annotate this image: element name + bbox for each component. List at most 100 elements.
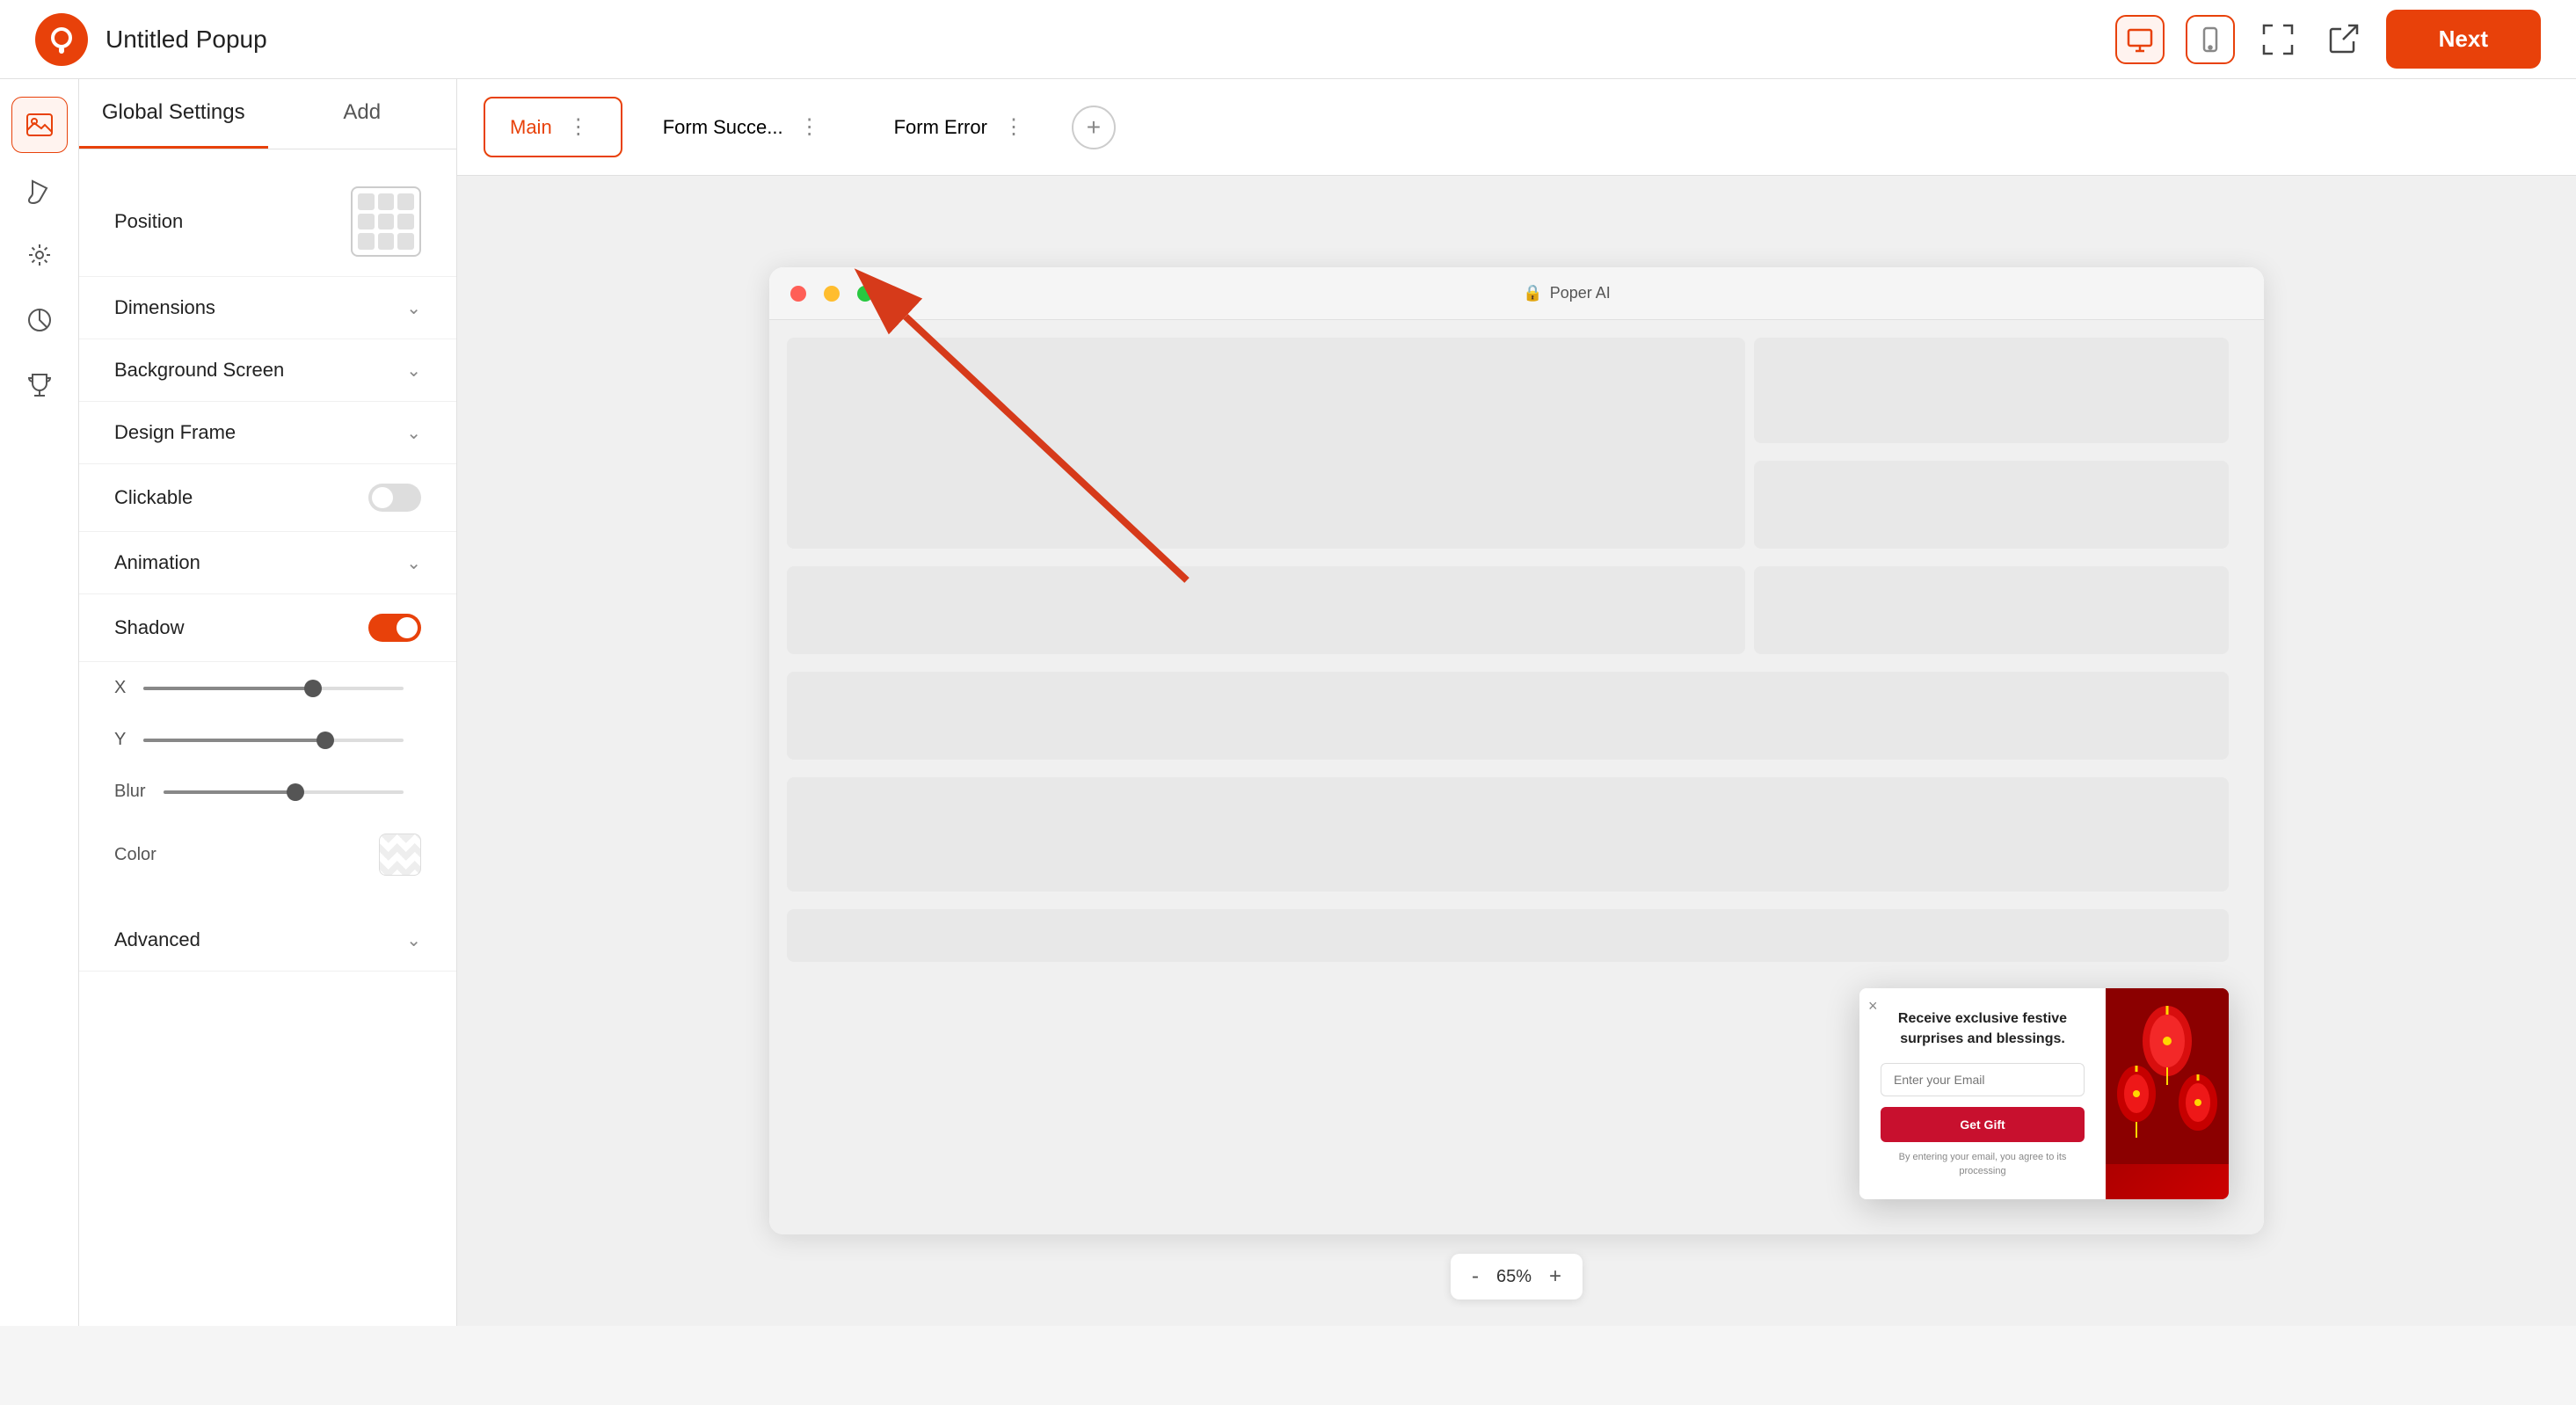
shadow-x-row: X: [114, 662, 421, 714]
external-link-btn[interactable]: [2321, 18, 2365, 62]
canvas-tab-main[interactable]: Main ⋮: [484, 97, 622, 157]
canvas-tab-main-menu[interactable]: ⋮: [561, 111, 596, 143]
browser-dot-red: [790, 286, 806, 302]
browser-content: × Receive exclusive festive surprises an…: [769, 320, 2264, 1234]
logo: [35, 13, 88, 66]
canvas-tab-form-error[interactable]: Form Error ⋮: [868, 97, 1058, 157]
sidebar-btn-trophy[interactable]: [11, 357, 68, 413]
background-screen-setting[interactable]: Background Screen ⌄: [79, 339, 456, 402]
sidebar-btn-image[interactable]: [11, 97, 68, 153]
shadow-color-swatch[interactable]: [379, 834, 421, 876]
mobile-view-btn[interactable]: [2186, 15, 2235, 64]
content-block-2: [1754, 338, 2229, 443]
shadow-y-label: Y: [114, 730, 126, 750]
advanced-label: Advanced: [114, 928, 200, 951]
header-right: Next: [2115, 10, 2541, 69]
popup-main: × Receive exclusive festive surprises an…: [1859, 988, 2106, 1199]
animation-setting[interactable]: Animation ⌄: [79, 532, 456, 594]
position-cell-3[interactable]: [397, 193, 414, 210]
browser-lock-icon: 🔒: [1523, 284, 1542, 302]
image-icon: [25, 111, 54, 139]
main-layout: Global Settings Add Position: [0, 79, 2576, 1326]
position-cell-6[interactable]: [397, 214, 414, 230]
advanced-setting[interactable]: Advanced ⌄: [79, 909, 456, 972]
header-left: Untitled Popup: [35, 13, 267, 66]
content-block-7: [787, 777, 2229, 892]
header: Untitled Popup: [0, 0, 2576, 79]
mobile-icon: [2197, 26, 2223, 53]
position-cell-8[interactable]: [378, 233, 395, 250]
dimensions-setting[interactable]: Dimensions ⌄: [79, 277, 456, 339]
popup-close-btn[interactable]: ×: [1868, 997, 1878, 1016]
canvas-viewport: 🔒 Poper AI: [457, 176, 2576, 1326]
browser-url-text: Poper AI: [1550, 284, 1611, 302]
shadow-x-slider[interactable]: [143, 687, 404, 690]
clickable-toggle[interactable]: [368, 484, 421, 512]
tab-add[interactable]: Add: [268, 79, 457, 149]
canvas-area: Main ⋮ Form Succe... ⋮ Form Error ⋮ +: [457, 79, 2576, 1326]
canvas-tab-form-error-menu[interactable]: ⋮: [996, 111, 1031, 143]
app-title: Untitled Popup: [106, 25, 267, 54]
position-cell-2[interactable]: [378, 193, 395, 210]
zoom-plus-btn[interactable]: +: [1549, 1264, 1561, 1289]
shadow-blur-slider[interactable]: [164, 790, 404, 794]
design-frame-setting[interactable]: Design Frame ⌄: [79, 402, 456, 464]
browser-dot-yellow: [824, 286, 840, 302]
browser-mockup: 🔒 Poper AI: [769, 267, 2264, 1234]
popup-container: × Receive exclusive festive surprises an…: [1859, 988, 2229, 1199]
zoom-minus-btn[interactable]: -: [1472, 1264, 1479, 1289]
zoom-value: 65%: [1496, 1267, 1532, 1287]
canvas-tab-form-success[interactable]: Form Succe... ⋮: [637, 97, 854, 157]
settings-icon: [25, 241, 54, 269]
clickable-label: Clickable: [114, 486, 193, 509]
browser-url: 🔒 Poper AI: [891, 284, 2243, 302]
canvas-tab-form-success-label: Form Succe...: [663, 116, 783, 139]
content-block-4: [1754, 566, 2229, 654]
shadow-x-label: X: [114, 678, 126, 698]
content-block-5: [787, 566, 1745, 654]
popup-email-input[interactable]: [1881, 1063, 2085, 1096]
position-cell-1[interactable]: [358, 193, 375, 210]
canvas-tab-form-error-label: Form Error: [894, 116, 987, 139]
sidebar-btn-analytics[interactable]: [11, 292, 68, 348]
position-cell-7[interactable]: [358, 233, 375, 250]
position-cell-5[interactable]: [378, 214, 395, 230]
popup-title: Receive exclusive festive surprises and …: [1881, 1009, 2085, 1049]
popup-disclaimer: By entering your email, you agree to its…: [1881, 1151, 2085, 1178]
position-cell-4[interactable]: [358, 214, 375, 230]
desktop-view-btn[interactable]: [2115, 15, 2165, 64]
add-tab-button[interactable]: +: [1072, 106, 1116, 149]
position-setting[interactable]: Position: [79, 167, 456, 277]
content-block-1: [787, 338, 1745, 549]
shadow-blur-row: Blur: [114, 766, 421, 818]
shadow-blur-label: Blur: [114, 782, 146, 802]
shadow-y-row: Y: [114, 714, 421, 766]
canvas-tabs: Main ⋮ Form Succe... ⋮ Form Error ⋮ +: [457, 79, 2576, 176]
next-button[interactable]: Next: [2386, 10, 2541, 69]
external-link-icon: [2325, 22, 2361, 57]
animation-chevron: ⌄: [406, 552, 421, 574]
advanced-chevron: ⌄: [406, 929, 421, 951]
shadow-label: Shadow: [114, 616, 185, 639]
position-grid[interactable]: [351, 186, 421, 257]
content-block-6: [787, 672, 2229, 760]
analytics-icon: [25, 306, 54, 334]
shadow-toggle[interactable]: [368, 614, 421, 642]
position-cell-9[interactable]: [397, 233, 414, 250]
sidebar-btn-settings[interactable]: [11, 227, 68, 283]
expand-btn[interactable]: [2256, 18, 2300, 62]
browser-titlebar: 🔒 Poper AI: [769, 267, 2264, 320]
content-block-3: [1754, 461, 2229, 549]
add-tab-icon: +: [1087, 113, 1101, 142]
background-screen-label: Background Screen: [114, 359, 284, 382]
popup-get-gift-btn[interactable]: Get Gift: [1881, 1107, 2085, 1142]
icon-sidebar: [0, 79, 79, 1326]
tab-global-settings[interactable]: Global Settings: [79, 79, 268, 149]
canvas-tab-form-success-menu[interactable]: ⋮: [792, 111, 827, 143]
sidebar-btn-paint[interactable]: [11, 162, 68, 218]
shadow-y-slider[interactable]: [143, 739, 404, 742]
shadow-section: X Y Blur: [79, 662, 456, 909]
trophy-icon: [25, 371, 54, 399]
shadow-setting: Shadow: [79, 594, 456, 662]
dimensions-chevron: ⌄: [406, 297, 421, 319]
